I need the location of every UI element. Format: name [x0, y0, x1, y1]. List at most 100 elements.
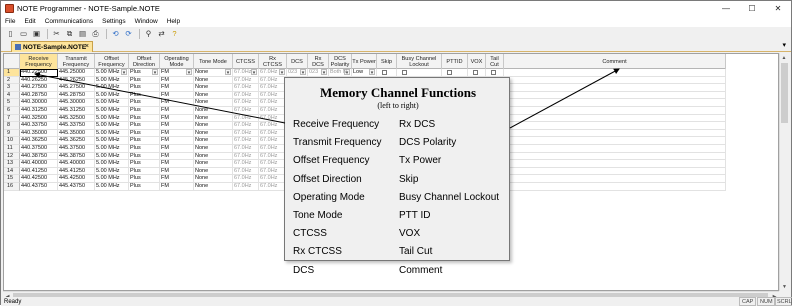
column-header[interactable]: CTCSS: [233, 54, 259, 69]
grid-cell[interactable]: None: [194, 175, 233, 183]
grid-cell[interactable]: 440.42500: [20, 175, 58, 183]
grid-cell[interactable]: FM: [160, 182, 194, 191]
grid-cell[interactable]: 67.0Hz: [233, 114, 259, 123]
grid-cell[interactable]: 5.00 MHz: [95, 152, 129, 161]
grid-cell[interactable]: 445.36250: [58, 137, 95, 145]
grid-cell[interactable]: 67.0Hz: [259, 91, 287, 100]
grid-cell[interactable]: FM: [160, 129, 194, 138]
new-icon[interactable]: ▯: [5, 28, 16, 39]
checkbox-cell[interactable]: [377, 69, 397, 77]
column-header[interactable]: Operating Mode: [160, 54, 194, 69]
column-header[interactable]: Rx DCS: [308, 54, 329, 69]
grid-cell[interactable]: Plus: [129, 106, 160, 115]
grid-cell[interactable]: Plus: [129, 144, 160, 153]
dropdown-arrow-icon[interactable]: ▾: [300, 69, 306, 76]
save-icon[interactable]: ▣: [31, 28, 42, 39]
replace-icon[interactable]: ⇄: [156, 28, 167, 39]
grid-cell[interactable]: 67.0Hz: [233, 99, 259, 107]
grid-cell[interactable]: 440.41250: [20, 167, 58, 176]
grid-cell[interactable]: 5.00 MHz: [95, 129, 129, 138]
grid-cell[interactable]: 440.43750: [20, 182, 58, 191]
grid-cell[interactable]: 445.31250: [58, 106, 95, 115]
checkbox-cell[interactable]: [442, 69, 468, 77]
grid-cell[interactable]: 5.00 MHz: [95, 182, 129, 191]
grid-cell[interactable]: 5.00 MHz: [95, 106, 129, 115]
comment-cell[interactable]: [504, 106, 726, 115]
grid-cell[interactable]: 67.0Hz: [259, 106, 287, 115]
column-header[interactable]: Tone Mode: [194, 54, 233, 69]
grid-cell[interactable]: 5.00 MHz: [95, 160, 129, 168]
checkbox-cell[interactable]: [397, 69, 442, 77]
dropdown-arrow-icon[interactable]: ▾: [369, 69, 375, 76]
column-header[interactable]: Tx Power: [352, 54, 377, 69]
grid-cell[interactable]: 67.0Hz: [233, 167, 259, 176]
grid-cell[interactable]: 5.00 MHz: [95, 91, 129, 100]
grid-cell[interactable]: ▾ FM: [160, 69, 194, 77]
column-header[interactable]: Offset Frequency: [95, 54, 129, 69]
dropdown-arrow-icon[interactable]: ▾: [251, 69, 257, 76]
grid-cell[interactable]: 67.0Hz: [259, 99, 287, 107]
grid-cell[interactable]: Plus: [129, 84, 160, 92]
grid-cell[interactable]: None: [194, 152, 233, 161]
comment-cell[interactable]: [504, 69, 726, 77]
grid-cell[interactable]: ▾ 023: [308, 69, 329, 77]
grid-cell[interactable]: 440.36250: [20, 137, 58, 145]
menu-edit[interactable]: Edit: [24, 18, 35, 25]
grid-cell[interactable]: 445.26250: [58, 76, 95, 85]
grid-cell[interactable]: FM: [160, 144, 194, 153]
comment-cell[interactable]: [504, 114, 726, 123]
grid-cell[interactable]: FM: [160, 84, 194, 92]
menu-window[interactable]: Window: [135, 18, 158, 25]
dropdown-arrow-icon[interactable]: ▾: [279, 69, 285, 76]
grid-cell[interactable]: None: [194, 137, 233, 145]
vertical-scrollbar[interactable]: ▲ ▼: [779, 53, 788, 291]
grid-cell[interactable]: ▾ Both N: [329, 69, 352, 77]
grid-cell[interactable]: ▾ 67.0Hz: [259, 69, 287, 77]
grid-cell[interactable]: 67.0Hz: [259, 114, 287, 123]
grid-cell[interactable]: 445.38750: [58, 152, 95, 161]
grid-cell[interactable]: FM: [160, 122, 194, 130]
close-icon[interactable]: ✕: [765, 1, 791, 15]
checkbox[interactable]: [491, 70, 496, 75]
grid-cell[interactable]: 445.40000: [58, 160, 95, 168]
grid-cell[interactable]: 445.43750: [58, 182, 95, 191]
grid-cell[interactable]: 440.37500: [20, 144, 58, 153]
column-header[interactable]: Receive Frequency: [20, 54, 58, 69]
menu-help[interactable]: Help: [167, 18, 180, 25]
grid-cell[interactable]: Plus: [129, 99, 160, 107]
grid-cell[interactable]: FM: [160, 152, 194, 161]
open-icon[interactable]: ▭: [18, 28, 29, 39]
grid-cell[interactable]: 5.00 MHz: [95, 84, 129, 92]
grid-cell[interactable]: 5.00 MHz: [95, 99, 129, 107]
checkbox-cell[interactable]: [486, 69, 504, 77]
grid-cell[interactable]: 5.00 MHz: [95, 144, 129, 153]
grid-cell[interactable]: Plus: [129, 91, 160, 100]
grid-cell[interactable]: 67.0Hz: [233, 160, 259, 168]
vertical-scroll-thumb[interactable]: [781, 63, 788, 123]
maximize-icon[interactable]: ☐: [739, 1, 765, 15]
grid-cell[interactable]: 5.00 MHz: [95, 167, 129, 176]
grid-cell[interactable]: 440.33750: [20, 122, 58, 130]
grid-cell[interactable]: Plus: [129, 182, 160, 191]
dropdown-arrow-icon[interactable]: ▾: [186, 69, 192, 76]
comment-cell[interactable]: [504, 144, 726, 153]
grid-cell[interactable]: 67.0Hz: [259, 152, 287, 161]
tab-close-icon[interactable]: ×: [85, 43, 89, 50]
grid-cell[interactable]: 67.0Hz: [259, 122, 287, 130]
comment-cell[interactable]: [504, 175, 726, 183]
comment-cell[interactable]: [504, 167, 726, 176]
grid-cell[interactable]: 67.0Hz: [233, 106, 259, 115]
grid-cell[interactable]: 67.0Hz: [259, 175, 287, 183]
column-header[interactable]: Transmit Frequency: [58, 54, 95, 69]
comment-cell[interactable]: [504, 76, 726, 85]
grid-cell[interactable]: FM: [160, 167, 194, 176]
cut-icon[interactable]: ✂: [51, 28, 62, 39]
grid-cell[interactable]: Plus: [129, 152, 160, 161]
comment-cell[interactable]: [504, 122, 726, 130]
grid-cell[interactable]: 440.22500: [20, 69, 58, 77]
grid-cell[interactable]: ▾ 67.0Hz: [233, 69, 259, 77]
grid-cell[interactable]: None: [194, 99, 233, 107]
grid-cell[interactable]: 67.0Hz: [233, 137, 259, 145]
grid-cell[interactable]: Plus: [129, 137, 160, 145]
grid-cell[interactable]: Plus: [129, 160, 160, 168]
